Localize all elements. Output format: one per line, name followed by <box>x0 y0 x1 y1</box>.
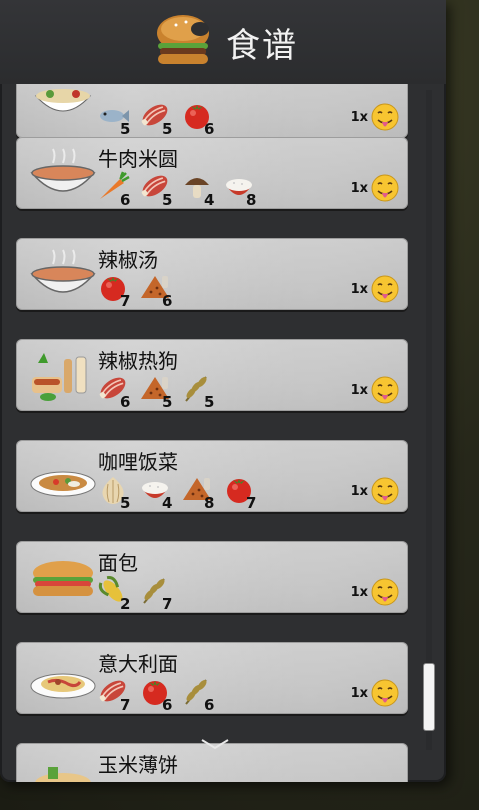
ingredient-count: 5 <box>204 393 215 411</box>
ingredient-count: 7 <box>246 494 257 512</box>
recipe-quantity: 1x <box>350 383 368 398</box>
ingredient-count: 6 <box>162 292 173 310</box>
scrollbar-thumb[interactable] <box>424 664 434 730</box>
rice-bowl-icon <box>34 89 92 112</box>
ingredient-count: 8 <box>246 191 257 209</box>
recipe-quantity: 1x <box>350 282 368 297</box>
sandwich-icon <box>33 561 93 596</box>
ingredient-count: 5 <box>162 393 173 411</box>
ingredient-count: 7 <box>120 292 131 310</box>
ingredient: 5 <box>138 171 180 209</box>
ingredient: 2 <box>96 575 138 613</box>
ingredient: 7 <box>222 474 264 512</box>
recipe-list[interactable]: 5 5 6 1x 牛肉米圆 6 5 4 8 1x 辣椒汤 7 6 1x 辣椒热狗 6 5 5 1x 咖哩饭菜 5 4 8 7 1… <box>0 0 446 782</box>
ingredient: 6 <box>138 676 180 714</box>
scrollbar-track[interactable] <box>426 90 432 750</box>
pasta-plate-icon <box>30 673 96 699</box>
recipe-quantity: 1x <box>350 181 368 196</box>
burger-icon <box>157 15 209 64</box>
page-title: 食谱 <box>226 25 298 66</box>
ingredient: 6 <box>96 171 138 209</box>
ingredient-list: 6 5 4 8 <box>96 171 264 209</box>
recipe-name: 咖哩饭菜 <box>98 450 178 474</box>
yummy-face-icon <box>371 275 399 303</box>
ingredient: 5 <box>138 100 180 138</box>
ingredient: 5 <box>96 100 138 138</box>
ingredient-list: 76 <box>96 272 180 310</box>
ingredient: 7 <box>96 272 138 310</box>
ingredient-count: 6 <box>120 393 131 411</box>
ingredient-count: 6 <box>120 191 131 209</box>
recipe-card[interactable]: 面包 2 7 1x <box>16 541 408 613</box>
yummy-face-icon <box>371 103 399 131</box>
ingredient: 8 <box>180 474 222 512</box>
ingredient: 6 <box>180 676 222 714</box>
ingredient-count: 6 <box>204 120 215 138</box>
header: 食谱 <box>0 0 446 84</box>
recipe-card[interactable]: 辣椒汤 7 6 1x <box>16 238 408 310</box>
ingredient: 5 <box>138 373 180 411</box>
hotdog-icon <box>32 353 87 401</box>
recipe-card[interactable]: 牛肉米圆 6 5 4 8 1x <box>16 137 408 209</box>
ingredient-count: 5 <box>120 494 131 512</box>
recipe-card[interactable]: 咖哩饭菜 5 4 8 7 1x <box>16 440 408 512</box>
ingredient-count: 4 <box>162 494 173 512</box>
ingredient-count: 2 <box>120 595 131 613</box>
recipe-card[interactable]: 意大利面 7 6 6 1x <box>16 642 408 714</box>
yummy-face-icon <box>371 376 399 404</box>
ingredient: 4 <box>180 171 222 209</box>
ingredient: 7 <box>96 676 138 714</box>
curry-plate-icon <box>30 471 96 497</box>
recipe-quantity: 1x <box>350 110 368 125</box>
ingredient-list: 7 6 6 <box>96 676 222 714</box>
recipe-quantity: 1x <box>350 686 368 701</box>
ingredient: 8 <box>222 171 264 209</box>
ingredient: 7 <box>138 575 180 613</box>
ingredient-count: 6 <box>204 696 215 714</box>
recipe-name: 意大利面 <box>98 652 178 676</box>
ingredient-list: 27 <box>96 575 180 613</box>
ingredient-count: 7 <box>120 696 131 714</box>
recipe-quantity: 1x <box>350 585 368 600</box>
recipe-name: 辣椒热狗 <box>98 349 178 373</box>
ingredient: 6 <box>96 373 138 411</box>
recipe-name: 玉米薄饼 <box>98 753 178 777</box>
ingredient: 6 <box>180 100 222 138</box>
ingredient: 4 <box>138 474 180 512</box>
yummy-face-icon <box>371 477 399 505</box>
ingredient-count: 6 <box>162 696 173 714</box>
ingredient: 5 <box>96 474 138 512</box>
yummy-face-icon <box>371 578 399 606</box>
soup-bowl-icon <box>30 148 96 192</box>
recipe-name: 面包 <box>98 551 138 575</box>
ingredient-count: 5 <box>120 120 131 138</box>
ingredient: 5 <box>180 373 222 411</box>
recipe-card[interactable]: 辣椒热狗 6 5 5 1x <box>16 339 408 411</box>
ingredient: 6 <box>138 272 180 310</box>
recipe-quantity: 1x <box>350 484 368 499</box>
ingredient-count: 5 <box>162 191 173 209</box>
ingredient-count: 5 <box>162 120 173 138</box>
soup-bowl-icon <box>30 249 96 293</box>
ingredient-list: 6 5 5 <box>96 373 222 411</box>
chevron-down-icon[interactable] <box>200 738 230 750</box>
recipe-panel: 5 5 6 1x 牛肉米圆 6 5 4 8 1x 辣椒汤 7 6 1x 辣椒热狗 6 5 5 1x 咖哩饭菜 5 4 8 7 1… <box>0 0 446 782</box>
ingredient-count: 8 <box>204 494 215 512</box>
recipe-name: 辣椒汤 <box>98 248 158 272</box>
tortilla-icon <box>35 767 91 782</box>
ingredient-list: 5 4 8 7 <box>96 474 264 512</box>
yummy-face-icon <box>371 174 399 202</box>
yummy-face-icon <box>371 679 399 707</box>
ingredient-list: 5 5 6 <box>96 100 222 138</box>
recipe-name: 牛肉米圆 <box>98 147 178 171</box>
ingredient-count: 7 <box>162 595 173 613</box>
ingredient-count: 4 <box>204 191 215 209</box>
